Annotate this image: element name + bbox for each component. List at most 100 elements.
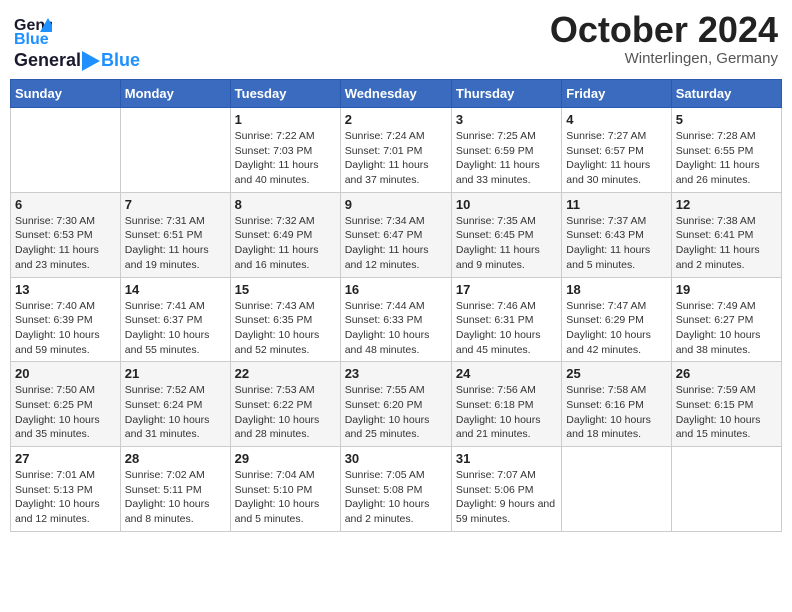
day-number: 11	[566, 197, 666, 212]
day-number: 16	[345, 282, 447, 297]
weekday-header-saturday: Saturday	[671, 80, 781, 108]
calendar-cell: 6 Sunrise: 7:30 AMSunset: 6:53 PMDaylight…	[11, 192, 121, 277]
day-info: Sunrise: 7:44 AMSunset: 6:33 PMDaylight:…	[345, 299, 447, 358]
day-info: Sunrise: 7:34 AMSunset: 6:47 PMDaylight:…	[345, 214, 447, 273]
day-info: Sunrise: 7:56 AMSunset: 6:18 PMDaylight:…	[456, 383, 557, 442]
day-info: Sunrise: 7:25 AMSunset: 6:59 PMDaylight:…	[456, 129, 557, 188]
day-info: Sunrise: 7:01 AMSunset: 5:13 PMDaylight:…	[15, 468, 116, 527]
day-number: 22	[235, 366, 336, 381]
day-number: 3	[456, 112, 557, 127]
calendar-cell: 21 Sunrise: 7:52 AMSunset: 6:24 PMDayligh…	[120, 362, 230, 447]
day-number: 21	[125, 366, 226, 381]
day-info: Sunrise: 7:53 AMSunset: 6:22 PMDaylight:…	[235, 383, 336, 442]
calendar-cell: 9 Sunrise: 7:34 AMSunset: 6:47 PMDaylight…	[340, 192, 451, 277]
calendar-cell: 2 Sunrise: 7:24 AMSunset: 7:01 PMDaylight…	[340, 108, 451, 193]
calendar-cell	[562, 447, 671, 532]
weekday-header-tuesday: Tuesday	[230, 80, 340, 108]
calendar-cell: 15 Sunrise: 7:43 AMSunset: 6:35 PMDayligh…	[230, 277, 340, 362]
calendar-cell: 31 Sunrise: 7:07 AMSunset: 5:06 PMDayligh…	[451, 447, 561, 532]
calendar-cell: 8 Sunrise: 7:32 AMSunset: 6:49 PMDaylight…	[230, 192, 340, 277]
day-info: Sunrise: 7:40 AMSunset: 6:39 PMDaylight:…	[15, 299, 116, 358]
day-number: 30	[345, 451, 447, 466]
day-info: Sunrise: 7:28 AMSunset: 6:55 PMDaylight:…	[676, 129, 777, 188]
calendar-cell: 1 Sunrise: 7:22 AMSunset: 7:03 PMDaylight…	[230, 108, 340, 193]
day-info: Sunrise: 7:31 AMSunset: 6:51 PMDaylight:…	[125, 214, 226, 273]
calendar-cell: 4Sunrise: 7:27 AMSunset: 6:57 PMDaylight…	[562, 108, 671, 193]
day-number: 26	[676, 366, 777, 381]
calendar-cell: 25Sunrise: 7:58 AMSunset: 6:16 PMDayligh…	[562, 362, 671, 447]
day-number: 8	[235, 197, 336, 212]
day-number: 20	[15, 366, 116, 381]
day-number: 27	[15, 451, 116, 466]
day-info: Sunrise: 7:05 AMSunset: 5:08 PMDaylight:…	[345, 468, 447, 527]
calendar-cell: 16 Sunrise: 7:44 AMSunset: 6:33 PMDayligh…	[340, 277, 451, 362]
day-number: 18	[566, 282, 666, 297]
calendar-cell: 12 Sunrise: 7:38 AMSunset: 6:41 PMDayligh…	[671, 192, 781, 277]
page-header: General Blue General Blue October 2024 W…	[10, 10, 782, 71]
day-number: 5	[676, 112, 777, 127]
day-info: Sunrise: 7:32 AMSunset: 6:49 PMDaylight:…	[235, 214, 336, 273]
day-info: Sunrise: 7:47 AMSunset: 6:29 PMDaylight:…	[566, 299, 666, 358]
day-info: Sunrise: 7:38 AMSunset: 6:41 PMDaylight:…	[676, 214, 777, 273]
title-area: October 2024 Winterlingen, Germany	[550, 10, 778, 67]
day-number: 9	[345, 197, 447, 212]
day-info: Sunrise: 7:22 AMSunset: 7:03 PMDaylight:…	[235, 129, 336, 188]
day-info: Sunrise: 7:37 AMSunset: 6:43 PMDaylight:…	[566, 214, 666, 273]
day-info: Sunrise: 7:04 AMSunset: 5:10 PMDaylight:…	[235, 468, 336, 527]
calendar-cell: 5 Sunrise: 7:28 AMSunset: 6:55 PMDaylight…	[671, 108, 781, 193]
day-info: Sunrise: 7:59 AMSunset: 6:15 PMDaylight:…	[676, 383, 777, 442]
calendar-cell	[120, 108, 230, 193]
weekday-header-thursday: Thursday	[451, 80, 561, 108]
calendar-cell: 29Sunrise: 7:04 AMSunset: 5:10 PMDayligh…	[230, 447, 340, 532]
calendar-cell: 23 Sunrise: 7:55 AMSunset: 6:20 PMDayligh…	[340, 362, 451, 447]
location-subtitle: Winterlingen, Germany	[550, 50, 778, 67]
calendar-cell: 17 Sunrise: 7:46 AMSunset: 6:31 PMDayligh…	[451, 277, 561, 362]
day-number: 14	[125, 282, 226, 297]
day-number: 15	[235, 282, 336, 297]
day-number: 13	[15, 282, 116, 297]
day-info: Sunrise: 7:43 AMSunset: 6:35 PMDaylight:…	[235, 299, 336, 358]
day-number: 2	[345, 112, 447, 127]
day-number: 23	[345, 366, 447, 381]
weekday-header-sunday: Sunday	[11, 80, 121, 108]
calendar-table: SundayMondayTuesdayWednesdayThursdayFrid…	[10, 79, 782, 532]
day-number: 12	[676, 197, 777, 212]
calendar-cell: 11 Sunrise: 7:37 AMSunset: 6:43 PMDayligh…	[562, 192, 671, 277]
calendar-cell: 13 Sunrise: 7:40 AMSunset: 6:39 PMDayligh…	[11, 277, 121, 362]
day-number: 24	[456, 366, 557, 381]
logo-triangle-icon	[82, 51, 100, 71]
day-number: 31	[456, 451, 557, 466]
calendar-cell	[11, 108, 121, 193]
weekday-header-friday: Friday	[562, 80, 671, 108]
calendar-cell: 24 Sunrise: 7:56 AMSunset: 6:18 PMDayligh…	[451, 362, 561, 447]
day-info: Sunrise: 7:49 AMSunset: 6:27 PMDaylight:…	[676, 299, 777, 358]
calendar-cell: 28 Sunrise: 7:02 AMSunset: 5:11 PMDayligh…	[120, 447, 230, 532]
day-number: 4	[566, 112, 666, 127]
calendar-cell: 3 Sunrise: 7:25 AMSunset: 6:59 PMDaylight…	[451, 108, 561, 193]
calendar-cell: 14 Sunrise: 7:41 AMSunset: 6:37 PMDayligh…	[120, 277, 230, 362]
day-info: Sunrise: 7:07 AMSunset: 5:06 PMDaylight:…	[456, 468, 557, 527]
logo-icon: General Blue	[14, 10, 52, 48]
day-info: Sunrise: 7:35 AMSunset: 6:45 PMDaylight:…	[456, 214, 557, 273]
day-number: 28	[125, 451, 226, 466]
day-info: Sunrise: 7:55 AMSunset: 6:20 PMDaylight:…	[345, 383, 447, 442]
month-title: October 2024	[550, 10, 778, 50]
day-info: Sunrise: 7:46 AMSunset: 6:31 PMDaylight:…	[456, 299, 557, 358]
calendar-cell: 10Sunrise: 7:35 AMSunset: 6:45 PMDayligh…	[451, 192, 561, 277]
calendar-cell	[671, 447, 781, 532]
day-info: Sunrise: 7:41 AMSunset: 6:37 PMDaylight:…	[125, 299, 226, 358]
calendar-cell: 7 Sunrise: 7:31 AMSunset: 6:51 PMDaylight…	[120, 192, 230, 277]
day-number: 1	[235, 112, 336, 127]
weekday-header-monday: Monday	[120, 80, 230, 108]
day-number: 7	[125, 197, 226, 212]
day-info: Sunrise: 7:24 AMSunset: 7:01 PMDaylight:…	[345, 129, 447, 188]
day-info: Sunrise: 7:52 AMSunset: 6:24 PMDaylight:…	[125, 383, 226, 442]
calendar-cell: 18 Sunrise: 7:47 AMSunset: 6:29 PMDayligh…	[562, 277, 671, 362]
calendar-cell: 27 Sunrise: 7:01 AMSunset: 5:13 PMDayligh…	[11, 447, 121, 532]
day-number: 19	[676, 282, 777, 297]
weekday-header-wednesday: Wednesday	[340, 80, 451, 108]
day-info: Sunrise: 7:02 AMSunset: 5:11 PMDaylight:…	[125, 468, 226, 527]
day-number: 6	[15, 197, 116, 212]
day-number: 17	[456, 282, 557, 297]
day-info: Sunrise: 7:30 AMSunset: 6:53 PMDaylight:…	[15, 214, 116, 273]
